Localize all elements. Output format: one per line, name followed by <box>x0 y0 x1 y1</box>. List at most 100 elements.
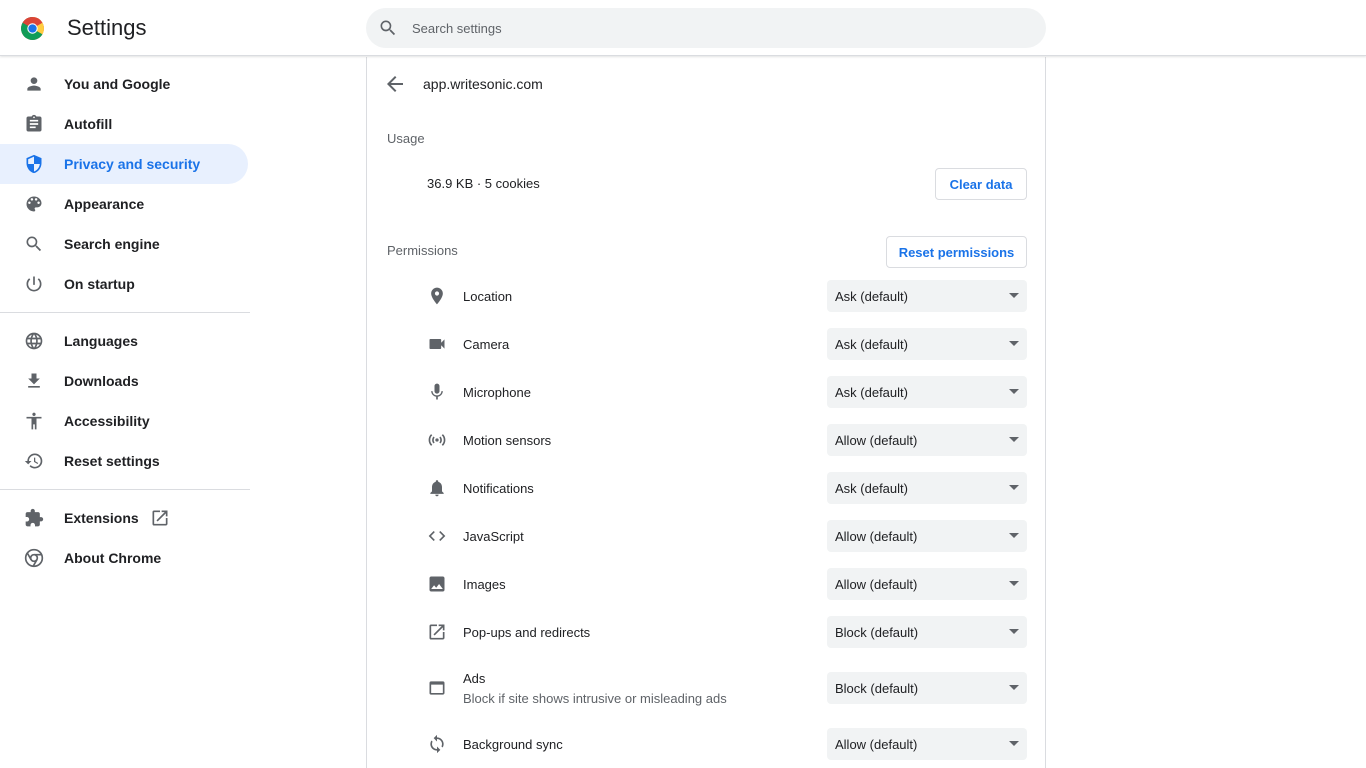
web-asset-icon <box>429 681 445 695</box>
permission-label: Microphone <box>463 385 531 400</box>
sidebar-item-autofill[interactable]: Autofill <box>0 104 248 144</box>
sidebar-item-label: On startup <box>64 276 135 292</box>
permission-row-popups: Pop-ups and redirects Block (default) <box>367 616 1047 648</box>
sidebar-item-label: Accessibility <box>64 413 150 429</box>
page-title: Settings <box>67 15 147 40</box>
site-title: app.writesonic.com <box>423 76 543 92</box>
palette-icon <box>26 196 42 212</box>
select-value: Allow (default) <box>835 433 918 448</box>
top-bar: Settings <box>0 0 1366 56</box>
dropdown-arrow-icon <box>1009 293 1019 298</box>
permission-row-ads: Ads Block if site shows intrusive or mis… <box>367 664 1047 712</box>
dropdown-arrow-icon <box>1009 389 1019 394</box>
permission-label: Ads <box>463 671 486 686</box>
dropdown-arrow-icon <box>1009 685 1019 690</box>
microphone-permission-select[interactable]: Ask (default) <box>827 376 1027 408</box>
select-value: Ask (default) <box>835 289 908 304</box>
sidebar-item-label: Privacy and security <box>64 156 201 172</box>
puzzle-icon <box>25 508 44 527</box>
dropdown-arrow-icon <box>1009 341 1019 346</box>
power-icon <box>26 276 42 292</box>
sidebar-item-label: Downloads <box>64 373 139 389</box>
permission-label: Motion sensors <box>463 433 552 448</box>
search-icon <box>26 236 42 252</box>
image-icon <box>429 576 445 592</box>
select-value: Allow (default) <box>835 737 918 752</box>
permission-row-microphone: Microphone Ask (default) <box>367 376 1047 408</box>
permission-row-notifications: Notifications Ask (default) <box>367 472 1047 504</box>
reset-permissions-button[interactable]: Reset permissions <box>886 236 1027 268</box>
sidebar-item-you-and-google[interactable]: You and Google <box>0 64 248 104</box>
location-pin-icon <box>431 287 443 305</box>
permission-label: Camera <box>463 337 510 352</box>
permission-row-location: Location Ask (default) <box>367 280 1047 312</box>
location-permission-select[interactable]: Ask (default) <box>827 280 1027 312</box>
sidebar-item-search-engine[interactable]: Search engine <box>0 224 248 264</box>
dropdown-arrow-icon <box>1009 485 1019 490</box>
search-box[interactable] <box>366 8 1046 48</box>
permission-row-background-sync: Background sync Allow (default) <box>367 728 1047 760</box>
open-in-new-icon <box>429 624 445 640</box>
clear-data-button[interactable]: Clear data <box>935 168 1027 200</box>
sidebar-item-on-startup[interactable]: On startup <box>0 264 248 304</box>
sidebar-nav: You and Google Autofill Privacy and secu… <box>0 57 250 768</box>
camera-permission-select[interactable]: Ask (default) <box>827 328 1027 360</box>
permission-label: Images <box>463 577 506 592</box>
permission-row-javascript: JavaScript Allow (default) <box>367 520 1047 552</box>
select-value: Allow (default) <box>835 577 918 592</box>
permission-label: Background sync <box>463 737 563 752</box>
divider <box>0 312 250 313</box>
permission-sublabel: Block if site shows intrusive or mislead… <box>463 691 727 706</box>
chrome-icon <box>24 548 44 568</box>
sidebar-item-downloads[interactable]: Downloads <box>0 361 248 401</box>
popups-permission-select[interactable]: Block (default) <box>827 616 1027 648</box>
code-icon <box>428 531 446 541</box>
dropdown-arrow-icon <box>1009 533 1019 538</box>
select-value: Ask (default) <box>835 481 908 496</box>
sidebar-item-reset-settings[interactable]: Reset settings <box>0 441 248 481</box>
bell-icon <box>430 480 444 497</box>
sidebar-item-label: Reset settings <box>64 453 160 469</box>
images-permission-select[interactable]: Allow (default) <box>827 568 1027 600</box>
select-value: Allow (default) <box>835 529 918 544</box>
person-icon <box>27 77 41 91</box>
accessibility-icon <box>26 412 42 430</box>
sidebar-item-privacy-and-security[interactable]: Privacy and security <box>0 144 248 184</box>
assignment-icon <box>26 114 42 132</box>
history-icon <box>24 453 43 469</box>
back-arrow-icon[interactable] <box>383 72 407 96</box>
permissions-heading: Permissions <box>387 243 458 258</box>
sidebar-item-label: About Chrome <box>64 550 162 566</box>
sidebar-item-label: Languages <box>64 333 138 349</box>
permission-row-images: Images Allow (default) <box>367 568 1047 600</box>
sidebar-item-extensions[interactable]: Extensions <box>0 498 248 538</box>
dropdown-arrow-icon <box>1009 741 1019 746</box>
sidebar-item-label: Extensions <box>64 510 139 526</box>
dropdown-arrow-icon <box>1009 629 1019 634</box>
usage-value: 36.9 KB · 5 cookies <box>427 176 540 191</box>
camera-icon <box>429 339 445 349</box>
javascript-permission-select[interactable]: Allow (default) <box>827 520 1027 552</box>
sidebar-item-accessibility[interactable]: Accessibility <box>0 401 248 441</box>
background-sync-permission-select[interactable]: Allow (default) <box>827 728 1027 760</box>
ads-permission-select[interactable]: Block (default) <box>827 672 1027 704</box>
dropdown-arrow-icon <box>1009 581 1019 586</box>
sidebar-item-about-chrome[interactable]: About Chrome <box>0 538 248 578</box>
chrome-logo-icon <box>21 17 44 40</box>
usage-heading: Usage <box>387 131 425 146</box>
permission-label: Notifications <box>463 481 534 496</box>
sidebar-item-label: Appearance <box>64 196 145 212</box>
search-input[interactable] <box>412 8 1032 48</box>
notifications-permission-select[interactable]: Ask (default) <box>827 472 1027 504</box>
download-icon <box>28 373 40 388</box>
motion-sensors-permission-select[interactable]: Allow (default) <box>827 424 1027 456</box>
site-settings-card: app.writesonic.com Usage 36.9 KB · 5 coo… <box>366 57 1046 768</box>
shield-icon <box>26 154 42 174</box>
sync-icon <box>430 734 444 754</box>
sidebar-item-appearance[interactable]: Appearance <box>0 184 248 224</box>
microphone-icon <box>431 383 443 400</box>
divider <box>0 489 250 490</box>
sidebar-item-label: Search engine <box>64 236 160 252</box>
sidebar-item-languages[interactable]: Languages <box>0 321 248 361</box>
permission-label: Pop-ups and redirects <box>463 625 591 640</box>
